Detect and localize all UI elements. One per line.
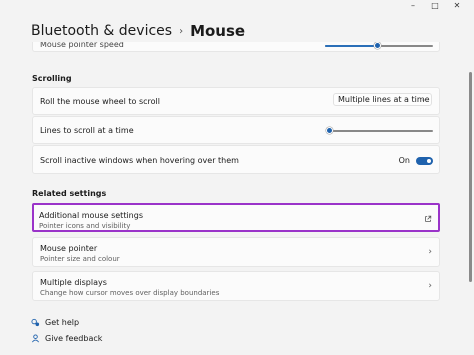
chevron-right-icon: ›: [428, 281, 432, 291]
help-icon: [31, 318, 40, 327]
feedback-icon: [31, 334, 40, 343]
lines-to-scroll-slider-thumb[interactable]: [326, 127, 333, 134]
multiple-displays-title: Multiple displays: [40, 278, 107, 287]
pointer-speed-slider-fill: [325, 45, 377, 47]
lines-to-scroll-slider-track[interactable]: [329, 130, 433, 132]
inactive-windows-card: Scroll inactive windows when hovering ov…: [32, 145, 440, 174]
multiple-displays-subtitle: Change how cursor moves over display bou…: [40, 289, 220, 297]
vertical-scrollbar[interactable]: [469, 72, 472, 282]
inactive-windows-toggle-label: On: [398, 156, 410, 165]
lines-to-scroll-label: Lines to scroll at a time: [40, 126, 134, 135]
roll-wheel-dropdown-value: Multiple lines at a time: [338, 95, 430, 104]
inactive-windows-toggle[interactable]: [416, 157, 433, 165]
close-button[interactable]: ✕: [446, 0, 468, 12]
lines-to-scroll-card: Lines to scroll at a time: [32, 116, 440, 144]
settings-window: – □ ✕ Bluetooth & devices › Mouse Mouse …: [0, 0, 474, 355]
maximize-button[interactable]: □: [424, 0, 446, 12]
additional-mouse-settings-link[interactable]: Additional mouse settings Pointer icons …: [32, 203, 440, 232]
scrolling-section-title: Scrolling: [32, 74, 72, 83]
chevron-down-icon: ⌄: [420, 96, 426, 103]
roll-wheel-dropdown[interactable]: Multiple lines at a time ⌄: [333, 93, 432, 106]
pointer-speed-slider-thumb[interactable]: [374, 42, 381, 49]
mouse-pointer-link[interactable]: Mouse pointer Pointer size and colour ›: [32, 237, 440, 267]
roll-wheel-label: Roll the mouse wheel to scroll: [40, 97, 160, 106]
get-help-link[interactable]: Get help: [45, 318, 79, 327]
toggle-knob: [427, 159, 431, 163]
header-overlay: [30, 36, 442, 42]
minimize-button[interactable]: –: [402, 0, 424, 12]
inactive-windows-label: Scroll inactive windows when hovering ov…: [40, 156, 239, 165]
chevron-right-icon: ›: [428, 247, 432, 257]
window-controls: – □ ✕: [402, 0, 468, 12]
mouse-pointer-title: Mouse pointer: [40, 244, 98, 253]
breadcrumb-separator: ›: [179, 25, 184, 37]
related-section-title: Related settings: [32, 189, 107, 198]
additional-mouse-settings-subtitle: Pointer icons and visibility: [39, 222, 131, 230]
give-feedback-link[interactable]: Give feedback: [45, 334, 102, 343]
additional-mouse-settings-title: Additional mouse settings: [39, 211, 143, 220]
mouse-pointer-subtitle: Pointer size and colour: [40, 255, 120, 263]
roll-wheel-card: Roll the mouse wheel to scroll Multiple …: [32, 87, 440, 115]
external-link-icon: [425, 215, 432, 222]
multiple-displays-link[interactable]: Multiple displays Change how cursor move…: [32, 271, 440, 301]
